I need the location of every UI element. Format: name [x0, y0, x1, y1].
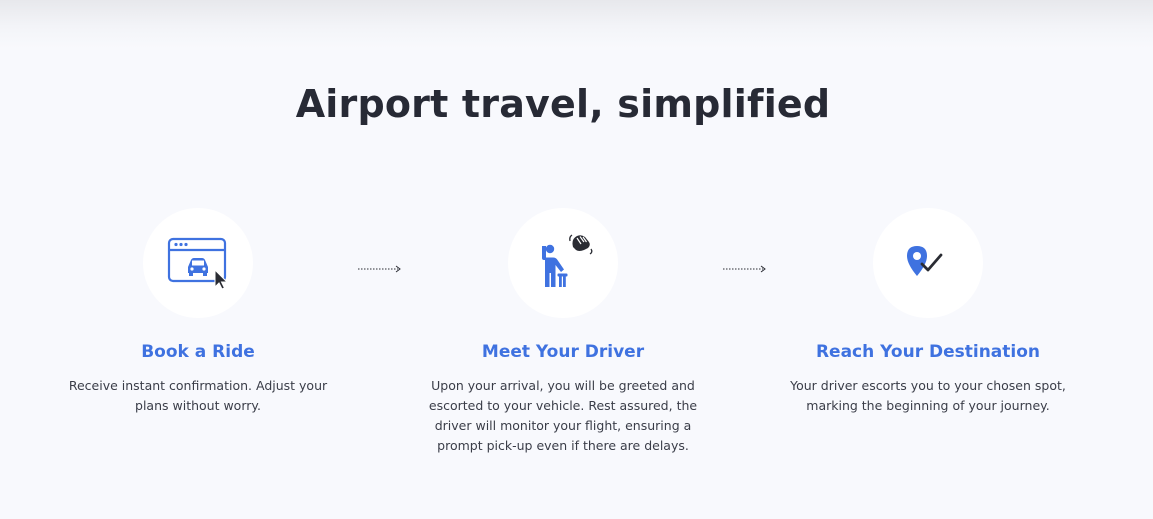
step-book-ride: Book a Ride Receive instant confirmation… — [43, 208, 353, 416]
browser-car-cursor-icon — [167, 237, 229, 289]
steps-section: Book a Ride Receive instant confirmation… — [0, 208, 1153, 468]
dotted-arrow-icon — [723, 265, 766, 273]
step-title: Reach Your Destination — [815, 342, 1041, 362]
waving-person-icon — [542, 234, 593, 287]
page-title: Airport travel, simplified — [295, 82, 831, 126]
step-description: Receive instant confirmation. Adjust you… — [68, 378, 328, 413]
step-icon-circle — [143, 208, 253, 318]
step-description: Your driver escorts you to your chosen s… — [790, 378, 1066, 413]
step-icon-circle — [873, 208, 983, 318]
step-title: Meet Your Driver — [481, 342, 645, 362]
step-description: Upon your arrival, you will be greeted a… — [428, 378, 698, 453]
dotted-arrow-icon — [358, 265, 401, 273]
location-pin-check-icon — [907, 246, 943, 276]
step-title: Book a Ride — [141, 342, 255, 362]
step-meet-driver: Meet Your Driver Upon your arrival, you … — [408, 208, 718, 456]
header-shadow — [0, 0, 1153, 48]
step-reach-destination: Reach Your Destination Your driver escor… — [773, 208, 1083, 416]
step-icon-circle — [508, 208, 618, 318]
